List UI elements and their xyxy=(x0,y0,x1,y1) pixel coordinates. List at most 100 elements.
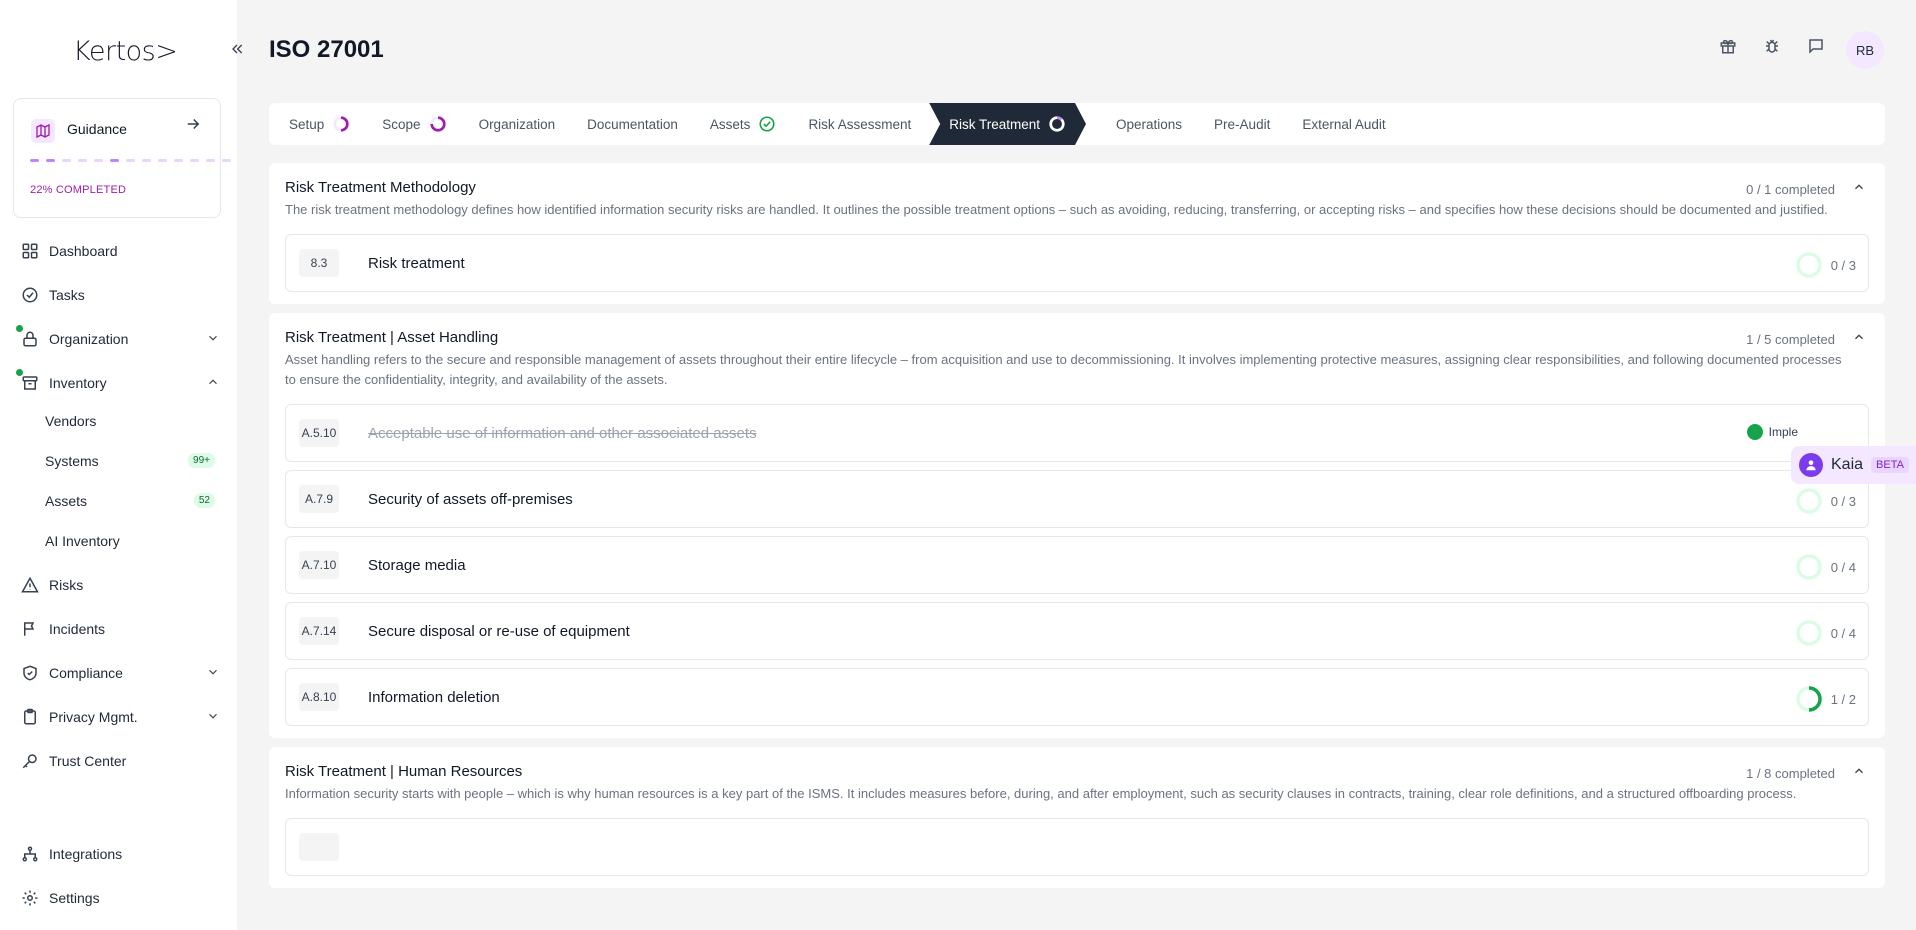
control-id xyxy=(299,833,339,861)
section-title: Risk Treatment Methodology xyxy=(285,179,476,196)
shield-check-icon xyxy=(20,663,40,683)
control-progress-text: 0 / 3 xyxy=(1830,257,1856,273)
progress-ring-icon xyxy=(1795,488,1822,514)
chat-icon[interactable] xyxy=(1806,36,1826,56)
section-human-resources: Risk Treatment | Human Resources 1 / 8 c… xyxy=(269,747,1885,888)
control-row[interactable]: A.8.10 Information deletion 1 / 2 xyxy=(285,668,1869,726)
gift-icon[interactable] xyxy=(1718,36,1738,56)
sidebar-item-organization[interactable]: Organization xyxy=(16,325,220,353)
control-id: A.8.10 xyxy=(299,683,339,711)
sidebar-subitem-label: Vendors xyxy=(45,413,97,429)
chevron-down-icon[interactable] xyxy=(206,709,220,726)
bug-icon[interactable] xyxy=(1762,36,1782,56)
section-description: The risk treatment methodology defines h… xyxy=(285,202,1828,217)
section-count: 0 / 1 completed xyxy=(1746,182,1835,197)
control-row[interactable]: A.7.9 Security of assets off-premises 0 … xyxy=(285,470,1869,528)
control-progress: 0 / 3 xyxy=(1795,487,1856,515)
arrow-right-icon[interactable] xyxy=(184,115,202,139)
guidance-progress-text: 22% COMPLETED xyxy=(30,184,127,196)
lock-icon xyxy=(16,325,40,349)
check-circle-icon xyxy=(759,116,775,132)
sidebar-item-label: Organization xyxy=(49,331,129,347)
step-setup[interactable]: Setup xyxy=(289,103,350,145)
control-progress: 0 / 3 xyxy=(1795,251,1856,279)
step-label: Operations xyxy=(1116,116,1183,132)
step-documentation[interactable]: Documentation xyxy=(587,103,678,145)
beta-badge: BETA xyxy=(1871,457,1909,473)
sidebar-subitem-vendors[interactable]: Vendors xyxy=(45,409,215,433)
count-badge: 52 xyxy=(193,493,215,508)
step-label: Scope xyxy=(382,116,421,132)
control-row[interactable]: A.7.10 Storage media 0 / 4 xyxy=(285,536,1869,594)
sidebar-item-tasks[interactable]: Tasks xyxy=(20,281,220,309)
grid-icon xyxy=(20,241,40,261)
sidebar-item-inventory[interactable]: Inventory xyxy=(16,369,220,397)
collapse-sidebar-icon[interactable] xyxy=(226,38,248,60)
progress-ring-icon xyxy=(1795,686,1822,712)
sidebar-item-label: Trust Center xyxy=(49,753,127,769)
sidebar-item-integrations[interactable]: Integrations xyxy=(20,840,220,868)
section-title: Risk Treatment | Human Resources xyxy=(285,763,523,780)
chevron-up-icon[interactable] xyxy=(1849,327,1869,347)
status-text: Imple xyxy=(1768,425,1798,439)
step-operations[interactable]: Operations xyxy=(1116,103,1182,145)
control-row[interactable]: A.7.14 Secure disposal or re-use of equi… xyxy=(285,602,1869,660)
control-id: 8.3 xyxy=(299,249,339,277)
chevron-up-icon[interactable] xyxy=(1849,177,1869,197)
progress-ring-icon xyxy=(429,116,446,132)
control-name: Secure disposal or re-use of equipment xyxy=(368,622,630,640)
step-pre-audit[interactable]: Pre-Audit xyxy=(1214,103,1270,145)
sidebar-item-trust-center[interactable]: Trust Center xyxy=(20,747,220,775)
network-icon xyxy=(20,844,40,864)
control-row[interactable]: A.5.10 Acceptable use of information and… xyxy=(285,404,1869,462)
step-label: Pre-Audit xyxy=(1214,116,1271,132)
progress-ring-icon xyxy=(1048,115,1066,133)
guidance-card[interactable]: Guidance 22% COMPLETED xyxy=(13,98,231,218)
control-name: Security of assets off-premises xyxy=(368,490,573,508)
control-progress-text: 1 / 2 xyxy=(1830,691,1856,707)
header-actions xyxy=(1718,36,1826,56)
sidebar-item-privacy-mgmt[interactable]: Privacy Mgmt. xyxy=(20,703,220,731)
kertos-logo[interactable]: Kertos> xyxy=(73,36,178,67)
sidebar-item-settings[interactable]: Settings xyxy=(20,884,220,912)
kaia-assistant-button[interactable]: Kaia BETA xyxy=(1791,446,1916,484)
sidebar-subitem-label: Assets xyxy=(45,493,88,509)
control-progress: 0 / 4 xyxy=(1795,619,1856,647)
sidebar-subitem-label: AI Inventory xyxy=(45,533,120,549)
control-id: A.7.10 xyxy=(299,551,339,579)
archive-icon xyxy=(16,369,40,393)
step-label: Organization xyxy=(478,116,556,132)
control-row[interactable] xyxy=(285,818,1869,876)
sidebar-item-label: Tasks xyxy=(49,287,85,303)
sidebar-item-compliance[interactable]: Compliance xyxy=(20,659,220,687)
step-label: Risk Treatment xyxy=(949,116,1040,132)
step-risk-treatment[interactable]: Risk Treatment xyxy=(929,103,1086,145)
control-row[interactable]: 8.3 Risk treatment 0 / 3 xyxy=(285,234,1869,292)
sidebar-item-label: Dashboard xyxy=(49,243,118,259)
sidebar-item-label: Risks xyxy=(49,577,84,593)
step-risk-assessment[interactable]: Risk Assessment xyxy=(808,103,911,145)
step-organization[interactable]: Organization xyxy=(479,103,556,145)
chevron-down-icon[interactable] xyxy=(206,331,220,348)
step-assets[interactable]: Assets xyxy=(710,103,777,145)
sidebar-item-incidents[interactable]: Incidents xyxy=(20,615,220,643)
status-badge: Imple xyxy=(1746,424,1798,440)
section-count: 1 / 5 completed xyxy=(1746,332,1835,347)
sidebar: Kertos> Guidance 22% COMPLETED Dashboard… xyxy=(0,0,237,930)
sidebar-subitem-systems[interactable]: Systems 99+ xyxy=(45,449,215,473)
chevron-up-icon[interactable] xyxy=(1849,761,1869,781)
sidebar-item-label: Inventory xyxy=(49,375,107,391)
user-avatar[interactable]: RB xyxy=(1846,31,1884,69)
step-scope[interactable]: Scope xyxy=(382,103,446,145)
control-id: A.5.10 xyxy=(299,419,339,447)
sidebar-item-label: Incidents xyxy=(49,621,106,637)
sidebar-subitem-ai-inventory[interactable]: AI Inventory xyxy=(45,529,215,553)
sidebar-item-dashboard[interactable]: Dashboard xyxy=(20,237,220,265)
sidebar-subitem-assets[interactable]: Assets 52 xyxy=(45,489,215,513)
chevron-down-icon[interactable] xyxy=(206,665,220,682)
chevron-up-icon[interactable] xyxy=(206,375,220,392)
step-external-audit[interactable]: External Audit xyxy=(1302,103,1385,145)
control-name: Storage media xyxy=(368,556,466,574)
guidance-progress xyxy=(30,159,231,162)
sidebar-item-risks[interactable]: Risks xyxy=(20,571,220,599)
